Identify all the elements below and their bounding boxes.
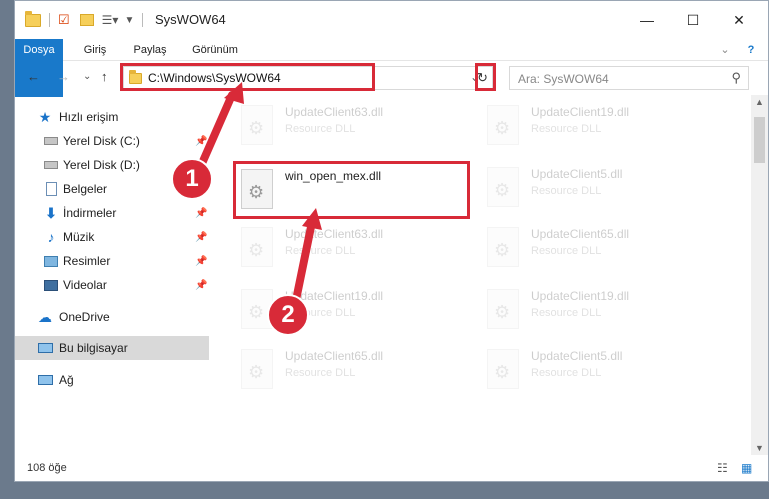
file-list: UpdateClient63.dll Resource DLL win_open… (211, 95, 747, 455)
sidebar-item-quick-access[interactable]: ★ Hızlı erişim (15, 105, 209, 129)
sidebar-item-videos[interactable]: Videolar 📌 (15, 273, 209, 297)
sidebar-item-network[interactable]: Ağ (15, 368, 209, 392)
pin-icon[interactable]: 📌 (195, 256, 207, 267)
drive-icon (43, 134, 59, 148)
scroll-down-icon[interactable]: ▼ (755, 443, 764, 453)
address-highlight-box (120, 63, 375, 91)
up-button[interactable]: ↑ (101, 69, 108, 84)
music-icon: ♪ (47, 229, 55, 245)
computer-icon (37, 341, 53, 355)
large-icons-view-icon[interactable]: ▦ (741, 461, 752, 475)
dll-file-icon (241, 349, 273, 389)
file-highlight-box (233, 161, 470, 219)
ribbon: Dosya Giriş Paylaş Görünüm ⌄ ? (15, 39, 768, 97)
folder-icon (25, 10, 41, 27)
customize-icon[interactable]: ☰▾ (102, 13, 119, 27)
scroll-up-icon[interactable]: ▲ (755, 97, 764, 107)
pictures-icon (43, 254, 59, 268)
search-input[interactable]: Ara: SysWOW64 (518, 72, 609, 86)
download-icon: ⬇ (45, 204, 57, 221)
close-button[interactable]: ✕ (716, 1, 762, 39)
pin-icon[interactable]: 📌 (195, 208, 207, 219)
star-icon: ★ (38, 108, 52, 125)
step-2-badge: 2 (267, 294, 309, 336)
minimize-button[interactable]: — (624, 1, 670, 39)
tab-view[interactable]: Görünüm (185, 39, 245, 61)
tab-share[interactable]: Paylaş (125, 39, 175, 61)
vertical-scrollbar[interactable]: ▲ ▼ (751, 95, 768, 455)
dll-file-icon (241, 105, 273, 145)
status-bar: 108 öğe ☷ ▦ (15, 455, 768, 481)
sidebar-item-local-disk-c[interactable]: Yerel Disk (C:) 📌 (15, 129, 209, 153)
dll-file-icon (241, 227, 273, 267)
divider (142, 13, 144, 27)
help-icon[interactable]: ? (741, 39, 761, 61)
scrollbar-thumb[interactable] (754, 117, 765, 163)
tab-home[interactable]: Giriş (75, 39, 115, 61)
sidebar-item-pictures[interactable]: Resimler 📌 (15, 249, 209, 273)
dll-file-icon (487, 289, 519, 329)
list-item[interactable]: UpdateClient65.dll Resource DLL (211, 339, 457, 397)
search-box[interactable]: Ara: SysWOW64 ⚲ (509, 66, 749, 90)
list-item[interactable]: UpdateClient5.dll Resource DLL (457, 339, 703, 397)
cloud-icon: ☁ (38, 308, 52, 325)
pin-icon[interactable]: 📌 (195, 232, 207, 243)
title-bar: ☑ ☰▾ ▼ SysWOW64 — ☐ ✕ (15, 1, 768, 39)
list-item[interactable]: UpdateClient63.dll Resource DLL (211, 217, 457, 275)
list-item[interactable]: UpdateClient19.dll Resource DLL (211, 279, 457, 337)
recent-locations-button[interactable]: ⌄ (83, 71, 91, 82)
sidebar-item-this-pc[interactable]: Bu bilgisayar (15, 336, 209, 360)
pin-icon[interactable]: 📌 (195, 136, 207, 147)
refresh-highlight-box (475, 63, 496, 91)
dll-file-icon (487, 227, 519, 267)
qat-dropdown-icon[interactable]: ▼ (124, 15, 134, 26)
navigation-pane: ★ Hızlı erişim Yerel Disk (C:) 📌 Yerel D… (15, 95, 211, 455)
back-button[interactable]: ← (27, 69, 40, 84)
step-1-badge: 1 (171, 158, 213, 200)
list-item[interactable]: UpdateClient63.dll Resource DLL (211, 95, 457, 153)
ribbon-expand-icon[interactable]: ⌄ (715, 39, 735, 61)
sidebar-item-downloads[interactable]: ⬇ İndirmeler 📌 (15, 201, 209, 225)
network-icon (37, 373, 53, 387)
quick-access-toolbar: ☑ ☰▾ ▼ (25, 10, 144, 28)
videos-icon (43, 278, 59, 292)
list-item[interactable]: UpdateClient19.dll Resource DLL (457, 95, 703, 153)
properties-icon[interactable]: ☑ (58, 12, 70, 28)
window-title: SysWOW64 (155, 12, 226, 27)
list-item[interactable]: UpdateClient65.dll Resource DLL (457, 217, 703, 275)
forward-button[interactable]: → (57, 69, 70, 84)
dll-file-icon (487, 167, 519, 207)
documents-icon (43, 182, 59, 196)
dll-file-icon (487, 349, 519, 389)
new-folder-icon[interactable] (79, 14, 94, 26)
maximize-button[interactable]: ☐ (670, 1, 716, 39)
item-count: 108 öğe (27, 462, 67, 474)
list-item[interactable]: UpdateClient5.dll Resource DLL (457, 157, 703, 215)
sidebar-item-music[interactable]: ♪ Müzik 📌 (15, 225, 209, 249)
details-view-icon[interactable]: ☷ (717, 461, 728, 475)
sidebar-item-onedrive[interactable]: ☁ OneDrive (15, 305, 209, 329)
dll-file-icon (487, 105, 519, 145)
divider (49, 13, 50, 27)
drive-icon (43, 158, 59, 172)
list-item[interactable]: UpdateClient19.dll Resource DLL (457, 279, 703, 337)
search-icon[interactable]: ⚲ (731, 70, 741, 86)
pin-icon[interactable]: 📌 (195, 280, 207, 291)
